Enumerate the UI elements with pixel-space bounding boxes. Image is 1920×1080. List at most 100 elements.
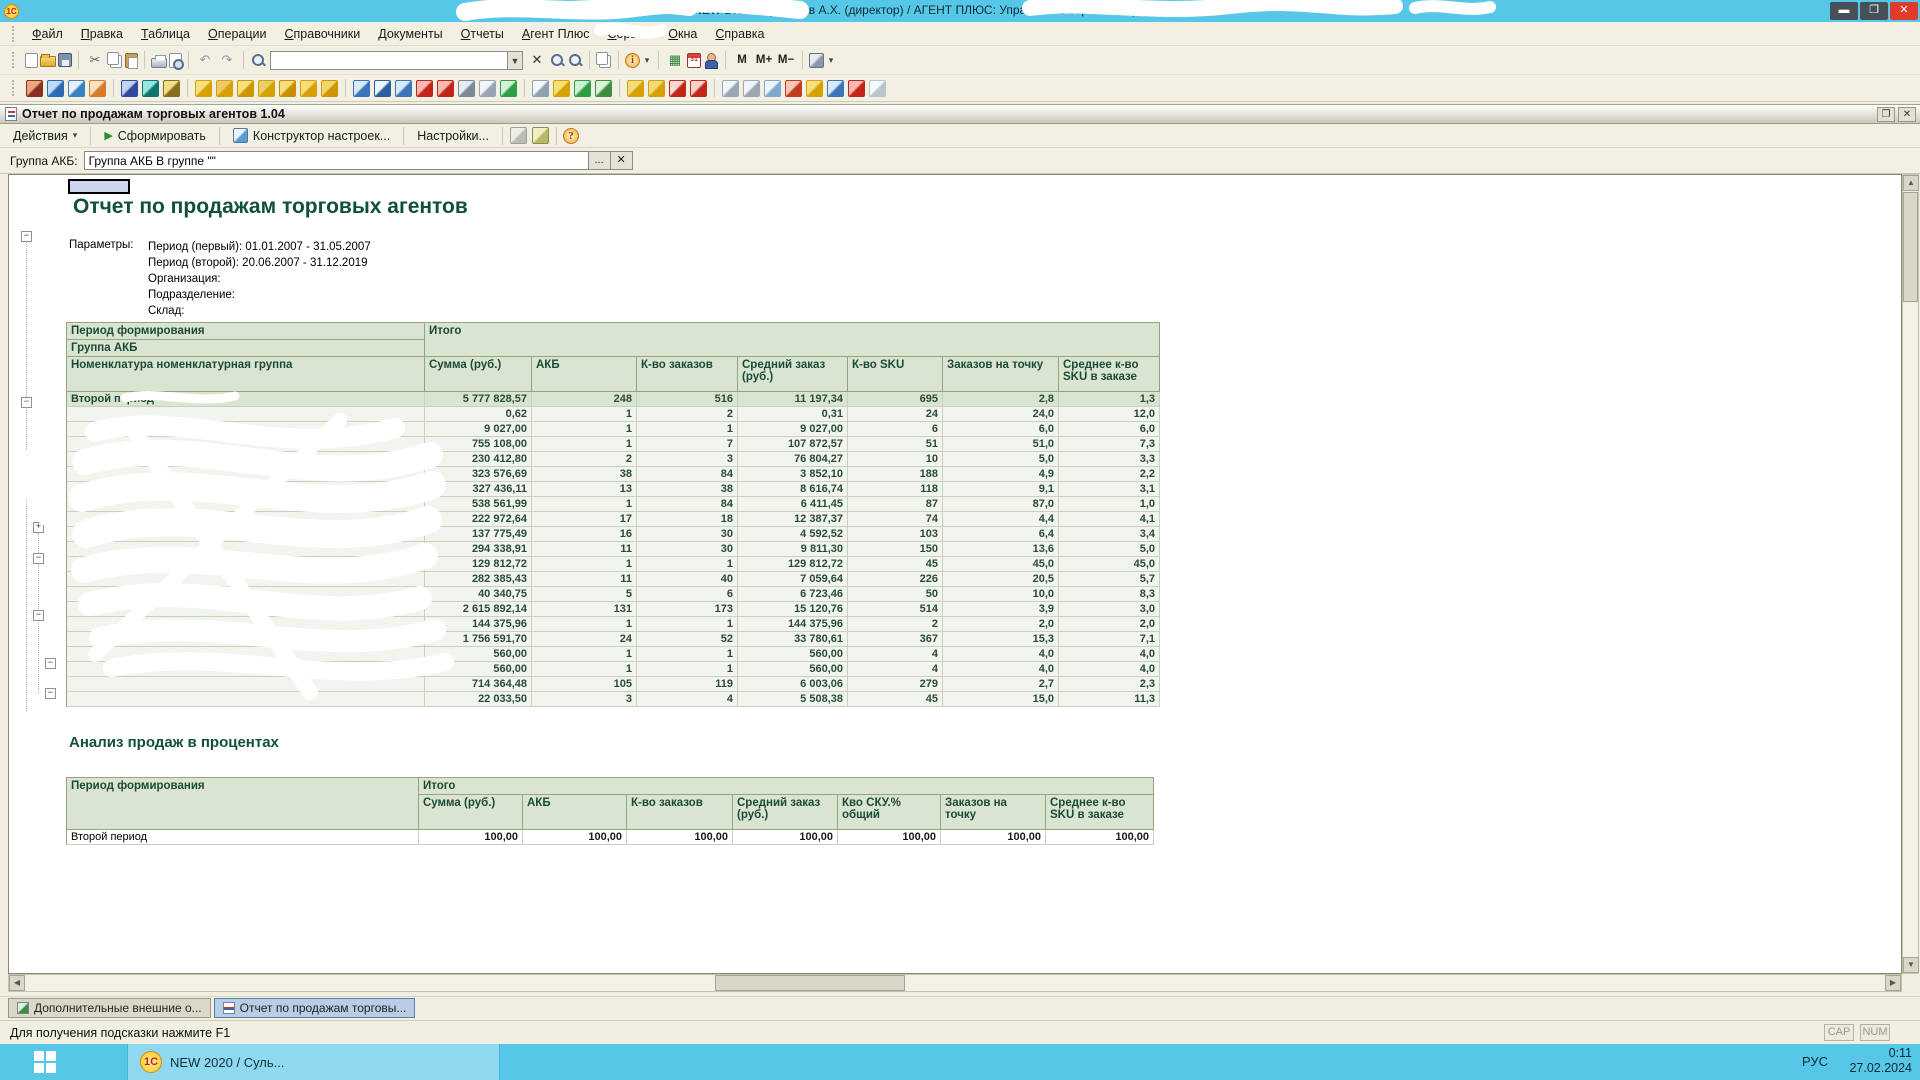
table-row[interactable]: 714 364,481051196 003,062792,72,3 [67,677,1160,692]
header-cell[interactable]: Кво СКУ.% общий [838,795,941,830]
agent-sales-icon-6[interactable] [300,80,317,97]
table-row[interactable]: 40 340,75566 723,465010,08,3 [67,587,1160,602]
value-cell[interactable]: 2,0 [1059,617,1160,632]
counterparties-icon[interactable] [121,80,138,97]
choose-value-button[interactable]: ... [589,151,611,170]
cut-icon[interactable]: ✂ [85,50,105,70]
document-cancel-icon[interactable] [669,80,686,97]
value-cell[interactable]: 188 [848,467,943,482]
service-tools-icon[interactable] [809,53,824,68]
header-cell[interactable]: Средний заказ (руб.) [738,357,848,392]
collapse-group-toggle[interactable]: − [45,688,56,699]
value-cell[interactable]: 1 [532,617,637,632]
menu-item-Документы[interactable]: Документы [369,24,451,44]
value-cell[interactable]: 3 [532,692,637,707]
scroll-left-button[interactable]: ◀ [9,975,25,991]
value-cell[interactable]: 560,00 [738,647,848,662]
value-cell[interactable]: 560,00 [425,647,532,662]
vertical-scrollbar[interactable]: ▲ ▼ [1902,174,1919,974]
search-input[interactable] [270,51,508,70]
document-export-icon[interactable] [479,80,496,97]
value-cell[interactable]: 16 [532,527,637,542]
documents-journal-icon[interactable] [68,80,85,97]
value-cell[interactable]: 294 338,91 [425,542,532,557]
report-restore-button[interactable]: ❐ [1877,107,1895,122]
value-cell[interactable]: 3 852,10 [738,467,848,482]
agent-plan-icon[interactable] [806,80,823,97]
value-cell[interactable]: 4 [637,692,738,707]
value-cell[interactable]: 2 [532,452,637,467]
value-cell[interactable]: 11 [532,542,637,557]
value-cell[interactable]: 1 [637,617,738,632]
value-cell[interactable]: 4,9 [943,467,1059,482]
value-cell[interactable]: 222 972,64 [425,512,532,527]
value-cell[interactable]: 30 [637,542,738,557]
order-confirm-icon[interactable] [374,80,391,97]
table-row[interactable]: 230 412,802376 804,27105,03,3 [67,452,1160,467]
value-cell[interactable]: 87,0 [943,497,1059,512]
value-cell[interactable]: 100,00 [838,830,941,845]
header-cell[interactable]: Сумма (руб.) [425,357,532,392]
value-cell[interactable]: 2,7 [943,677,1059,692]
value-cell[interactable]: 1 756 591,70 [425,632,532,647]
value-cell[interactable]: 12,0 [1059,407,1160,422]
service-dropdown-arrow[interactable]: ▾ [826,50,836,70]
menu-item-Справка[interactable]: Справка [706,24,773,44]
value-cell[interactable]: 40 [637,572,738,587]
table-row[interactable]: 327 436,1113388 616,741189,13,1 [67,482,1160,497]
value-cell[interactable]: 7,1 [1059,632,1160,647]
table-row[interactable]: 129 812,7211129 812,724545,045,0 [67,557,1160,572]
send-document-icon[interactable] [827,80,844,97]
value-cell[interactable]: 2 615 892,14 [425,602,532,617]
document-copy-icon[interactable] [532,80,549,97]
value-cell[interactable]: 150 [848,542,943,557]
calculator-icon[interactable]: ▦ [665,50,685,70]
selected-cell-cursor[interactable] [68,179,130,194]
flag-document-icon[interactable] [848,80,865,97]
value-cell[interactable]: 1,3 [1059,392,1160,407]
value-cell[interactable]: 144 375,96 [425,617,532,632]
cash-register-icon[interactable] [142,80,159,97]
client-order-icon[interactable] [395,80,412,97]
value-cell[interactable]: 6,0 [943,422,1059,437]
value-cell[interactable]: 1 [532,422,637,437]
value-cell[interactable]: 714 364,48 [425,677,532,692]
row-name-cell[interactable] [67,617,425,632]
value-cell[interactable]: 248 [532,392,637,407]
value-cell[interactable]: 103 [848,527,943,542]
table-row[interactable]: 0,62120,312424,012,0 [67,407,1160,422]
collapse-group-toggle[interactable]: − [45,658,56,669]
value-cell[interactable]: 2,8 [943,392,1059,407]
document-mark-icon[interactable] [690,80,707,97]
value-cell[interactable]: 2,0 [943,617,1059,632]
scroll-right-button[interactable]: ▶ [1885,975,1901,991]
value-cell[interactable]: 7 059,64 [738,572,848,587]
value-cell[interactable]: 1 [532,407,637,422]
value-cell[interactable]: 8,3 [1059,587,1160,602]
header-cell[interactable]: Заказов на точку [943,357,1059,392]
value-cell[interactable]: 13,6 [943,542,1059,557]
menu-item-Справочники[interactable]: Справочники [275,24,369,44]
table-row[interactable]: 538 561,991846 411,458787,01,0 [67,497,1160,512]
value-cell[interactable]: 1 [532,662,637,677]
value-cell[interactable]: 45,0 [943,557,1059,572]
table-row[interactable]: 560,0011560,0044,04,0 [67,647,1160,662]
value-cell[interactable]: 3,1 [1059,482,1160,497]
value-cell[interactable]: 560,00 [738,662,848,677]
header-cell[interactable]: АКБ [523,795,627,830]
value-cell[interactable]: 1 [637,557,738,572]
exchange-refresh-icon[interactable] [458,80,475,97]
header-cell[interactable]: Номенклатура номенклатурная группа [67,357,425,392]
memory-subtract-button[interactable]: M− [776,50,796,70]
value-cell[interactable]: 24 [848,407,943,422]
value-cell[interactable]: 17 [532,512,637,527]
merchandising-icon-2[interactable] [437,80,454,97]
value-cell[interactable]: 100,00 [941,830,1046,845]
catalog-tree-icon[interactable] [595,80,612,97]
value-cell[interactable]: 20,5 [943,572,1059,587]
header-cell[interactable]: К-во заказов [627,795,733,830]
value-cell[interactable]: 5 508,38 [738,692,848,707]
row-name-cell[interactable] [67,497,425,512]
value-cell[interactable]: 100,00 [523,830,627,845]
report-close-button[interactable]: ✕ [1898,107,1916,122]
